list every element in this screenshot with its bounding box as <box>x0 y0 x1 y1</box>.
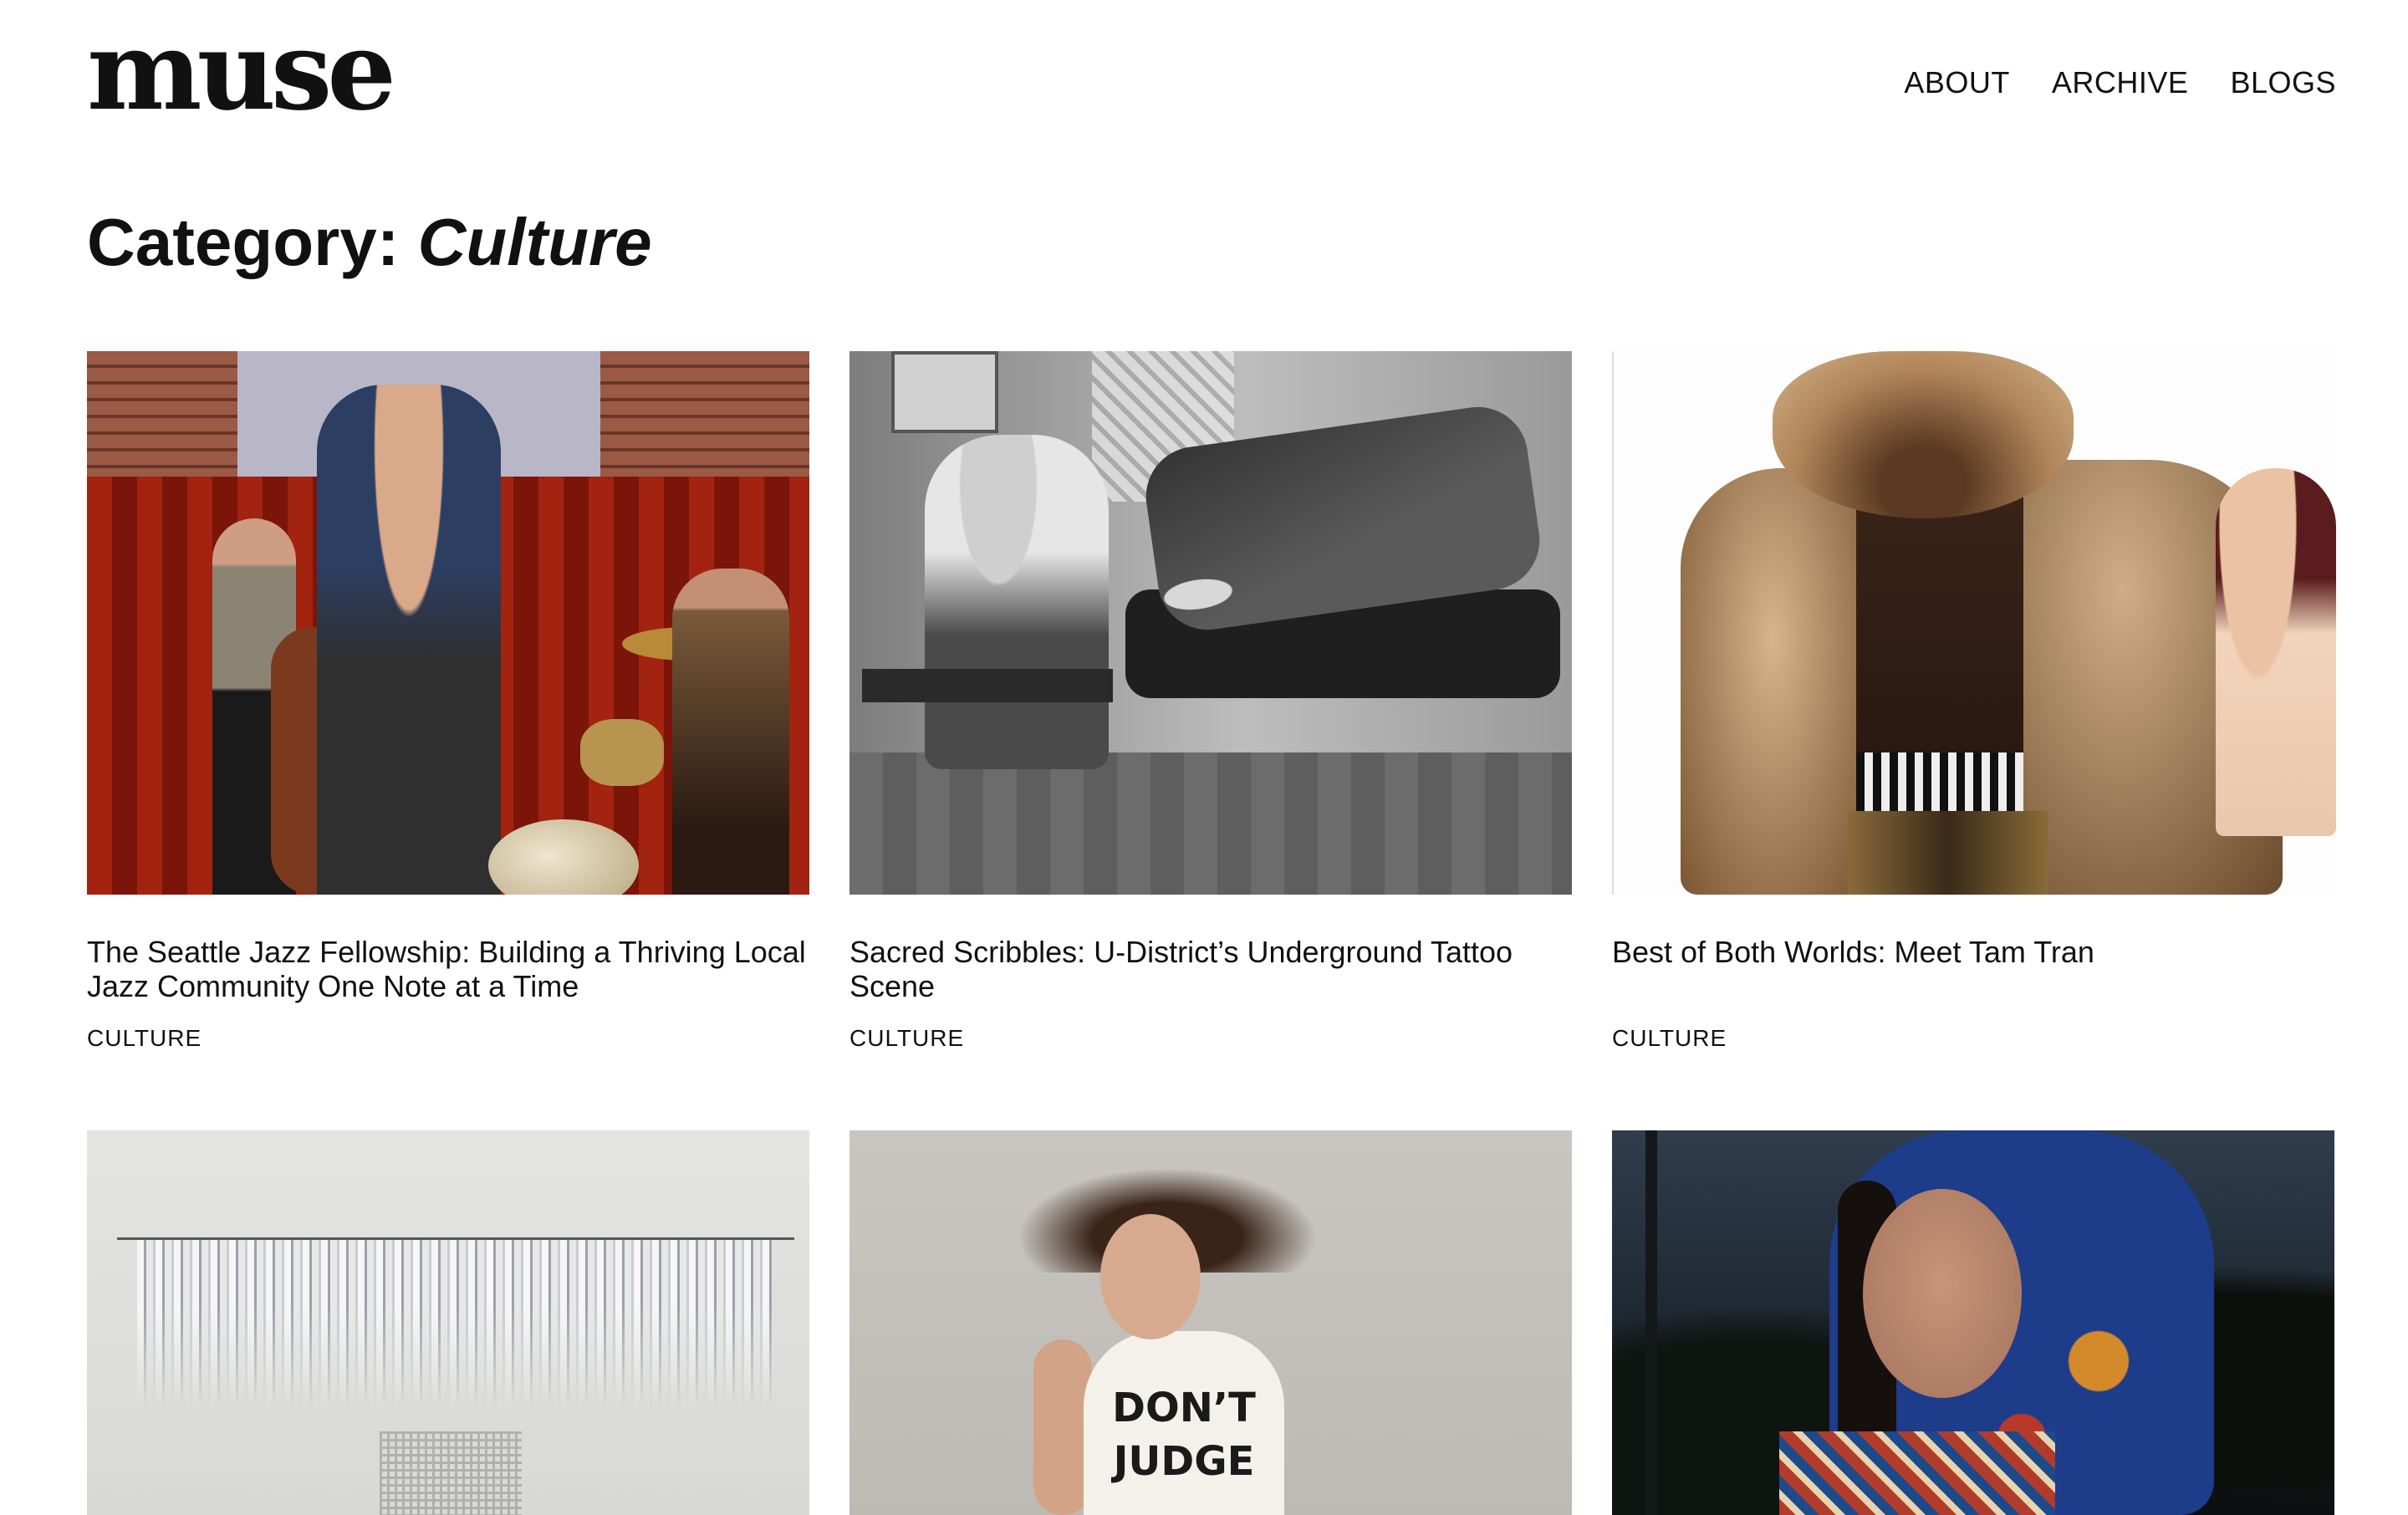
post-card[interactable] <box>87 1130 809 1515</box>
post-card[interactable]: The Seattle Jazz Fellowship: Building a … <box>87 351 809 1051</box>
photo-detail <box>1645 1130 1657 1515</box>
post-thumbnail-dont-judge-shirt[interactable]: DON’T JUDGE <box>849 1130 1572 1515</box>
photo-detail <box>672 569 789 895</box>
post-category-link[interactable]: CULTURE <box>87 1025 202 1052</box>
post-category-link[interactable]: CULTURE <box>1612 1025 1727 1052</box>
post-card[interactable]: Best of Both Worlds: Meet Tam Tran CULTU… <box>1612 351 2336 1051</box>
page-title: Category: Culture <box>87 206 652 279</box>
photo-detail <box>1681 468 1865 895</box>
post-title-link[interactable]: Sacred Scribbles: U-District’s Undergrou… <box>849 935 1572 1003</box>
post-title-link[interactable]: The Seattle Jazz Fellowship: Building a … <box>87 935 809 1003</box>
photo-detail <box>925 435 1109 769</box>
photo-detail <box>600 351 809 477</box>
photo-detail <box>1100 1214 1201 1339</box>
photo-detail <box>1848 811 2048 895</box>
post-card[interactable] <box>1612 1130 2334 1515</box>
page-title-prefix: Category: <box>87 205 418 279</box>
photo-detail <box>891 351 998 433</box>
photo-detail <box>1773 351 2074 518</box>
photo-detail <box>1863 1189 2022 1398</box>
shirt-line-2: JUDGE <box>1113 1438 1255 1485</box>
post-thumbnail-jazz-performance[interactable] <box>87 351 809 895</box>
main-nav: ABOUT ARCHIVE BLOGS <box>1904 65 2336 100</box>
photo-detail <box>2216 468 2336 836</box>
post-category-link[interactable]: CULTURE <box>849 1025 964 1052</box>
page-title-category: Culture <box>417 205 652 279</box>
post-title-link[interactable]: Best of Both Worlds: Meet Tam Tran <box>1612 935 2334 969</box>
post-thumbnail-fur-coat-portrait[interactable] <box>1612 351 2336 895</box>
shirt-print-text: DON’T JUDGE <box>1092 1381 1276 1488</box>
post-thumbnail-blue-shawl-portrait[interactable] <box>1612 1130 2334 1515</box>
photo-detail <box>862 669 1113 702</box>
photo-detail <box>849 752 1572 895</box>
post-thumbnail-tattoo-scene[interactable] <box>849 351 1572 895</box>
post-card[interactable]: Sacred Scribbles: U-District’s Undergrou… <box>849 351 1572 1051</box>
post-card[interactable]: DON’T JUDGE <box>849 1130 1572 1515</box>
photo-detail <box>87 351 237 485</box>
site-logo[interactable]: muse <box>87 17 396 125</box>
photo-detail <box>137 1240 773 1407</box>
photo-detail <box>1856 752 2023 811</box>
photo-detail <box>317 385 501 895</box>
photo-detail <box>380 1431 522 1515</box>
nav-about-link[interactable]: ABOUT <box>1904 65 2010 100</box>
shirt-line-1: DON’T <box>1112 1385 1256 1431</box>
nav-blogs-link[interactable]: BLOGS <box>2230 65 2336 100</box>
nav-archive-link[interactable]: ARCHIVE <box>2052 65 2189 100</box>
photo-detail <box>580 719 664 786</box>
photo-detail <box>1779 1431 2055 1515</box>
post-thumbnail-paper-installation[interactable] <box>87 1130 809 1515</box>
